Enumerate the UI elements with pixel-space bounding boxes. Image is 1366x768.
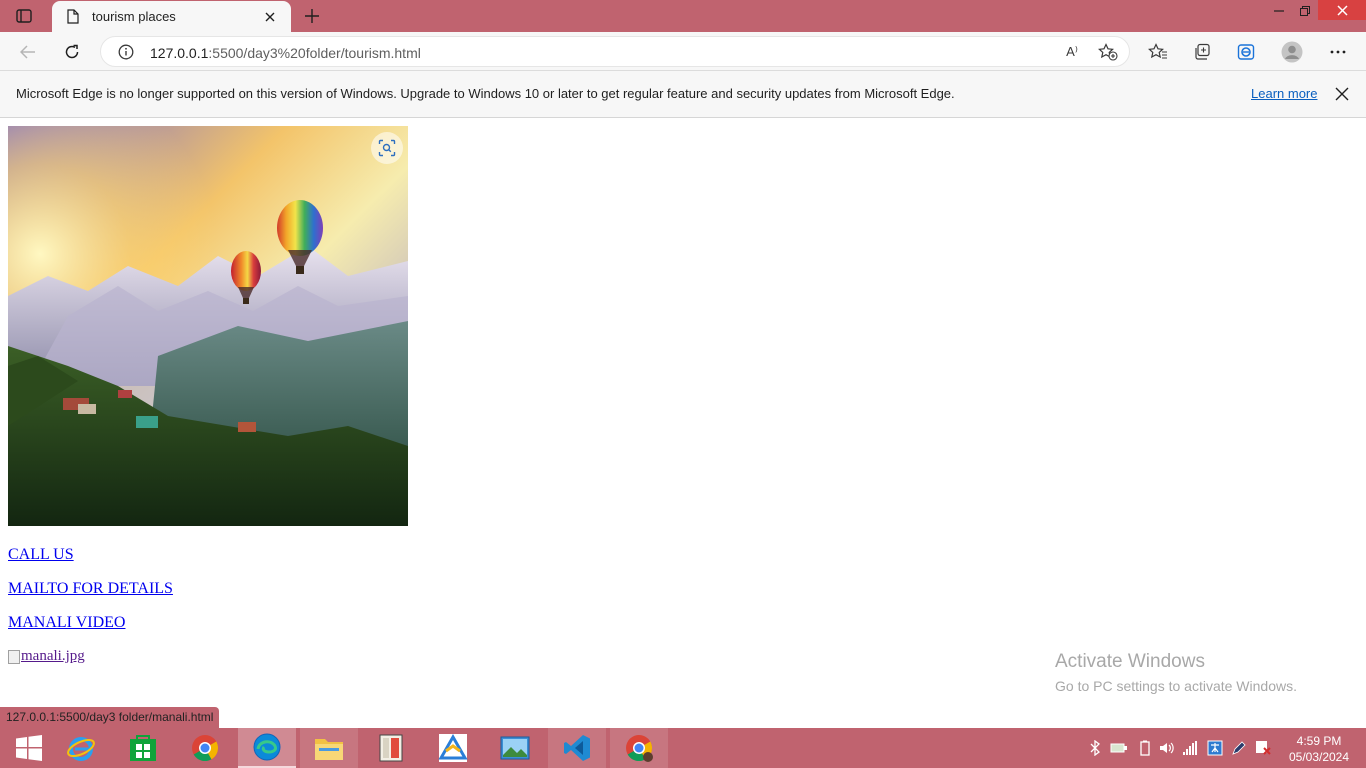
ie-mode-icon[interactable] <box>1232 38 1260 66</box>
more-options-icon[interactable] <box>1324 38 1352 66</box>
infobar-message: Microsoft Edge is no longer supported on… <box>16 86 955 101</box>
activate-windows-watermark: Activate Windows Go to PC settings to ac… <box>1055 651 1297 694</box>
store-icon[interactable] <box>114 728 172 768</box>
usb-device-icon[interactable] <box>1110 738 1128 758</box>
chrome-icon[interactable] <box>176 728 234 768</box>
chrome-profile-icon[interactable] <box>610 728 668 768</box>
window-close-icon[interactable] <box>1318 0 1366 20</box>
language-icon[interactable] <box>1206 738 1224 758</box>
unsupported-os-infobar: Microsoft Edge is no longer supported on… <box>0 71 1366 118</box>
browser-toolbar: 127.0.0.1:5500/day3%20folder/tourism.htm… <box>0 32 1366 71</box>
page-icon <box>67 9 79 24</box>
volume-icon[interactable] <box>1158 738 1176 758</box>
clock-time: 4:59 PM <box>1296 734 1342 748</box>
photos-icon[interactable] <box>486 728 544 768</box>
page-content: CALL US MAILTO FOR DETAILS MANALI VIDEO … <box>0 118 1366 728</box>
action-center-icon[interactable] <box>1254 738 1272 758</box>
broken-image-link[interactable]: manali.jpg <box>8 648 85 665</box>
network-icon[interactable] <box>1181 738 1199 758</box>
windows-taskbar: 4:59 PM 05/03/2024 <box>0 728 1366 768</box>
app-icon[interactable] <box>424 728 482 768</box>
battery-icon[interactable] <box>1136 738 1154 758</box>
infobar-close-icon[interactable] <box>1332 84 1352 104</box>
back-icon[interactable] <box>14 38 42 66</box>
profile-avatar[interactable] <box>1278 38 1306 66</box>
favorites-icon[interactable] <box>1144 38 1172 66</box>
tab-close-icon[interactable] <box>261 8 279 26</box>
address-bar[interactable]: 127.0.0.1:5500/day3%20folder/tourism.htm… <box>100 36 1130 67</box>
mailto-link[interactable]: MAILTO FOR DETAILS <box>8 580 173 598</box>
tab-actions-icon[interactable] <box>10 5 38 27</box>
active-tab[interactable]: tourism places <box>52 1 291 32</box>
url-text[interactable]: 127.0.0.1:5500/day3%20folder/tourism.htm… <box>150 45 421 61</box>
broken-image-alt: manali.jpg <box>21 648 85 664</box>
watermark-title: Activate Windows <box>1055 651 1205 672</box>
manali-landscape-image <box>8 126 408 526</box>
add-favorite-icon[interactable] <box>1097 42 1119 62</box>
collections-icon[interactable] <box>1188 38 1216 66</box>
new-tab-icon[interactable] <box>301 5 323 27</box>
file-explorer-icon[interactable] <box>300 728 358 768</box>
learn-more-link[interactable]: Learn more <box>1251 86 1317 101</box>
manali-video-link[interactable]: MANALI VIDEO <box>8 614 125 632</box>
tally-icon[interactable] <box>362 728 420 768</box>
call-us-link[interactable]: CALL US <box>8 546 74 564</box>
title-bar: tourism places <box>0 0 1366 32</box>
broken-image-icon <box>8 649 20 664</box>
link-status-bar: 127.0.0.1:5500/day3 folder/manali.html <box>0 707 220 728</box>
internet-explorer-icon[interactable] <box>52 728 110 768</box>
taskbar-clock[interactable]: 4:59 PM 05/03/2024 <box>1284 733 1354 765</box>
site-info-icon[interactable] <box>118 44 134 60</box>
vscode-icon[interactable] <box>548 728 606 768</box>
start-icon[interactable] <box>0 728 58 768</box>
refresh-icon[interactable] <box>58 38 86 66</box>
read-aloud-icon[interactable]: A⁾ <box>1061 42 1083 62</box>
restore-icon[interactable] <box>1288 0 1322 22</box>
visual-search-icon[interactable] <box>371 132 403 164</box>
clock-date: 05/03/2024 <box>1288 750 1350 764</box>
edge-icon[interactable] <box>238 728 296 768</box>
pen-icon[interactable] <box>1230 738 1248 758</box>
tab-title: tourism places <box>92 9 176 24</box>
bluetooth-icon[interactable] <box>1086 738 1104 758</box>
watermark-subtitle: Go to PC settings to activate Windows. <box>1055 678 1297 694</box>
